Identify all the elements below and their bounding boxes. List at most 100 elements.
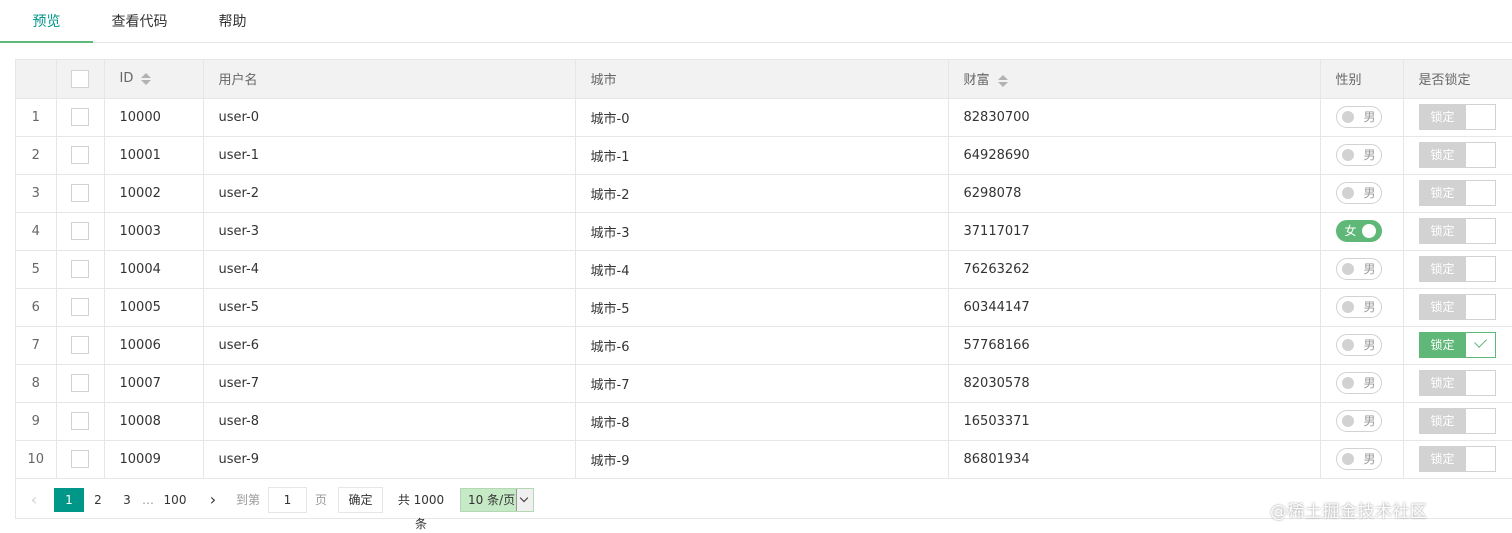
total-count: 共 1000 条	[397, 493, 445, 531]
cell-id: 10001	[104, 136, 204, 175]
cell-id: 10005	[104, 288, 204, 327]
tab-preview[interactable]: 预览	[0, 0, 93, 43]
switch-knob	[1341, 111, 1354, 123]
row-checkbox[interactable]	[71, 146, 89, 164]
cell-gender: 男	[1320, 402, 1404, 441]
cell-gender: 男	[1320, 288, 1404, 327]
cell-gender: 女	[1320, 212, 1404, 251]
lock-checkbox[interactable]: 锁定	[1418, 446, 1496, 472]
gender-switch[interactable]: 男	[1335, 448, 1382, 470]
row-checkbox[interactable]	[71, 336, 89, 354]
lock-checkbox[interactable]: 锁定	[1418, 256, 1496, 282]
cell-gender: 男	[1320, 174, 1404, 213]
gender-switch[interactable]: 男	[1335, 334, 1382, 356]
cell-city: 城市-3	[575, 212, 949, 251]
lock-label: 锁定	[1419, 333, 1466, 357]
tab-view-code[interactable]: 查看代码	[93, 0, 186, 43]
lock-tick-box	[1465, 371, 1495, 395]
cell-locked: 锁定	[1403, 288, 1512, 327]
page-3-button[interactable]: 3	[115, 488, 139, 512]
lock-checkbox[interactable]: 锁定	[1418, 294, 1496, 320]
cell-id: 10008	[104, 402, 204, 441]
row-checkbox[interactable]	[71, 298, 89, 316]
header-wealth[interactable]: 财富	[948, 60, 1321, 99]
row-number: 4	[16, 212, 57, 251]
gender-switch[interactable]: 男	[1335, 410, 1382, 432]
lock-checkbox[interactable]: 锁定	[1418, 142, 1496, 168]
row-checkbox[interactable]	[71, 260, 89, 278]
switch-knob	[1341, 453, 1354, 465]
row-checkbox[interactable]	[71, 184, 89, 202]
row-checkbox[interactable]	[71, 412, 89, 430]
table-row: 3 10002 user-2 城市-2 6298078 男 锁定	[16, 174, 1512, 213]
gender-switch[interactable]: 男	[1335, 296, 1382, 318]
lock-checkbox[interactable]: 锁定	[1418, 408, 1496, 434]
table-row: 7 10006 user-6 城市-6 57768166 男 锁定	[16, 326, 1512, 365]
table-row: 5 10004 user-4 城市-4 76263262 男 锁定	[16, 250, 1512, 289]
cell-username: user-9	[203, 440, 576, 479]
gender-switch[interactable]: 女	[1335, 220, 1382, 242]
cell-id: 10003	[104, 212, 204, 251]
header-id[interactable]: ID	[104, 60, 204, 99]
cell-locked: 锁定	[1403, 174, 1512, 213]
cell-wealth: 60344147	[948, 288, 1321, 327]
gender-switch-label: 男	[1363, 186, 1376, 200]
switch-knob	[1341, 187, 1354, 199]
cell-username: user-5	[203, 288, 576, 327]
cell-username: user-3	[203, 212, 576, 251]
cell-locked: 锁定	[1403, 250, 1512, 289]
lock-tick-box	[1465, 219, 1495, 243]
tab-help[interactable]: 帮助	[186, 0, 279, 43]
gender-switch[interactable]: 男	[1335, 258, 1382, 280]
tab-bar: 预览 查看代码 帮助	[0, 0, 1512, 43]
page-ellipsis: …	[142, 493, 154, 507]
cell-wealth: 6298078	[948, 174, 1321, 213]
cell-username: user-8	[203, 402, 576, 441]
gender-switch[interactable]: 男	[1335, 182, 1382, 204]
row-select-cell	[56, 98, 105, 137]
last-page-button[interactable]: 100	[159, 488, 191, 512]
cell-gender: 男	[1320, 250, 1404, 289]
page-1-button[interactable]: 1	[54, 488, 84, 512]
sort-icon[interactable]	[997, 74, 1008, 87]
page-2-button[interactable]: 2	[86, 488, 110, 512]
cell-city: 城市-8	[575, 402, 949, 441]
data-table: ID 用户名 城市 财富 性别 是否锁定 1 10000 user-0 城市-0 828…	[15, 59, 1512, 519]
gender-switch[interactable]: 男	[1335, 144, 1382, 166]
gender-switch[interactable]: 男	[1335, 372, 1382, 394]
next-page-icon[interactable]: ›	[203, 488, 223, 512]
gender-switch-label: 男	[1363, 414, 1376, 428]
gender-switch[interactable]: 男	[1335, 106, 1382, 128]
cell-locked: 锁定	[1403, 402, 1512, 441]
row-checkbox[interactable]	[71, 222, 89, 240]
goto-page-input[interactable]: 1	[268, 487, 307, 513]
cell-locked: 锁定	[1403, 326, 1512, 365]
cell-city: 城市-0	[575, 98, 949, 137]
lock-checkbox[interactable]: 锁定	[1418, 104, 1496, 130]
lock-tick-box	[1465, 295, 1495, 319]
header-username: 用户名	[203, 60, 576, 99]
lock-checkbox[interactable]: 锁定	[1418, 180, 1496, 206]
lock-checkbox[interactable]: 锁定	[1418, 332, 1496, 358]
lock-checkbox[interactable]: 锁定	[1418, 370, 1496, 396]
lock-label: 锁定	[1419, 257, 1466, 281]
prev-page-icon[interactable]: ‹	[24, 488, 44, 512]
row-number: 7	[16, 326, 57, 365]
lock-checkbox[interactable]: 锁定	[1418, 218, 1496, 244]
chevron-down-icon[interactable]	[516, 489, 533, 511]
goto-confirm-button[interactable]: 确定	[338, 487, 383, 513]
page-size-select[interactable]: 10 条/页	[460, 488, 534, 512]
lock-label: 锁定	[1419, 105, 1466, 129]
lock-label: 锁定	[1419, 371, 1466, 395]
lock-label: 锁定	[1419, 219, 1466, 243]
cell-locked: 锁定	[1403, 440, 1512, 479]
header-wealth-label: 财富	[963, 73, 990, 89]
row-checkbox[interactable]	[71, 108, 89, 126]
gender-switch-label: 男	[1363, 262, 1376, 276]
row-number: 2	[16, 136, 57, 175]
sort-icon[interactable]	[141, 72, 152, 85]
row-checkbox[interactable]	[71, 450, 89, 468]
select-all-checkbox[interactable]	[71, 69, 89, 88]
cell-gender: 男	[1320, 98, 1404, 137]
row-checkbox[interactable]	[71, 374, 89, 392]
